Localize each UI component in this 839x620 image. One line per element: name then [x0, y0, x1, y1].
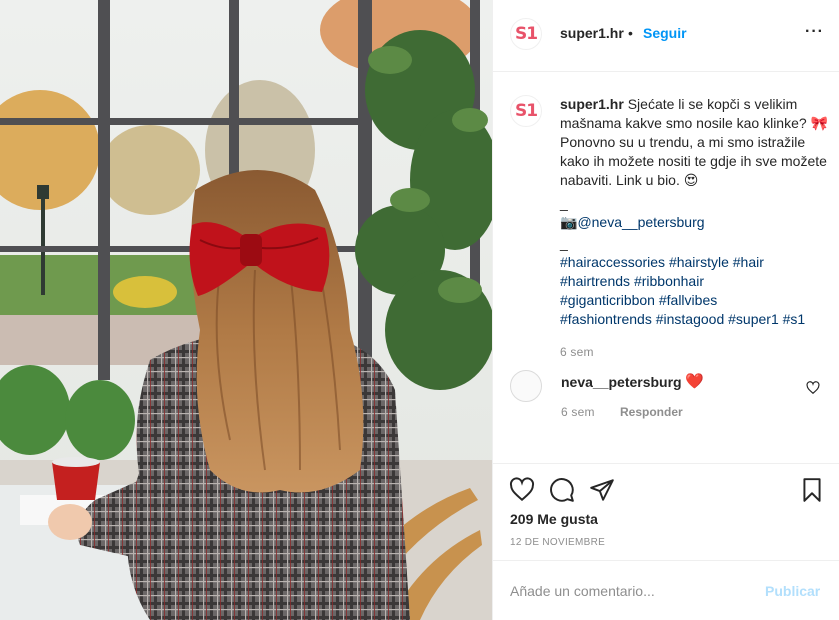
post-photo[interactable] [0, 0, 492, 620]
caption-time[interactable]: 6 sem [560, 343, 835, 362]
caption-username[interactable]: super1.hr [560, 96, 624, 112]
comment-input[interactable]: Añade un comentario... [510, 583, 655, 599]
comment-like-icon[interactable] [806, 381, 820, 395]
hashtag-link[interactable]: #hairaccessories [560, 254, 665, 270]
hashtag-link[interactable]: #instagood [656, 311, 725, 327]
avatar[interactable]: S1 [510, 18, 542, 50]
post-side-panel: S1 super1.hr • Seguir ··· S1 super1.hr S… [492, 0, 839, 620]
caption-avatar[interactable]: S1 [510, 95, 542, 127]
hashtag-link[interactable]: #hairstyle [669, 254, 729, 270]
heart-icon[interactable] [509, 477, 535, 503]
comment-avatar[interactable] [510, 370, 542, 402]
actions-bar: 209 Me gusta 12 DE NOVIEMBRE [493, 463, 839, 561]
heart-face-emoji: 😍 [683, 172, 699, 188]
reply-button[interactable]: Responder [620, 405, 683, 419]
add-comment-bar: Añade un comentario... Publicar [493, 560, 839, 620]
bookmark-icon[interactable] [799, 477, 825, 503]
separator-dot: • [628, 25, 633, 41]
follow-button[interactable]: Seguir [643, 25, 687, 41]
hashtag-link[interactable]: #fallvibes [659, 292, 717, 308]
bow-emoji: 🎀 [810, 115, 828, 131]
hashtag-link[interactable]: #fashiontrends [560, 311, 652, 327]
hashtag-list: #hairaccessories #hairstyle #hair #hairt… [560, 253, 835, 329]
camera-emoji: 📷 [560, 214, 578, 230]
hashtag-link[interactable]: #ribbonhair [634, 273, 704, 289]
hashtag-link[interactable]: #giganticribbon [560, 292, 655, 308]
header-username[interactable]: super1.hr [560, 25, 624, 41]
more-icon[interactable]: ··· [805, 23, 824, 41]
caption-dash-2: _ [560, 235, 568, 251]
comment-username[interactable]: neva__petersburg [561, 374, 682, 390]
share-icon[interactable] [589, 477, 615, 503]
hashtag-link[interactable]: #hair [733, 254, 764, 270]
comment-time[interactable]: 6 sem [561, 405, 595, 419]
comment-icon[interactable] [549, 477, 575, 503]
hashtag-link[interactable]: #hairtrends [560, 273, 630, 289]
post-header: S1 super1.hr • Seguir ··· [493, 0, 839, 72]
comment-text: ❤️ [685, 373, 704, 390]
photo-scene [0, 0, 492, 620]
caption-mention-line: 📷@neva__petersburg [560, 213, 835, 232]
post-date[interactable]: 12 DE NOVIEMBRE [510, 537, 605, 548]
caption-body: super1.hr Sjećate li se kopči s velikim … [560, 95, 835, 362]
caption-dash-1: _ [560, 195, 568, 211]
hashtag-link[interactable]: #super1 [728, 311, 779, 327]
hashtag-link[interactable]: #s1 [783, 311, 806, 327]
publish-button[interactable]: Publicar [765, 583, 820, 599]
mention-link[interactable]: @neva__petersburg [577, 214, 704, 230]
likes-count[interactable]: 209 Me gusta [510, 511, 598, 527]
instagram-post: S1 super1.hr • Seguir ··· S1 super1.hr S… [0, 0, 839, 620]
